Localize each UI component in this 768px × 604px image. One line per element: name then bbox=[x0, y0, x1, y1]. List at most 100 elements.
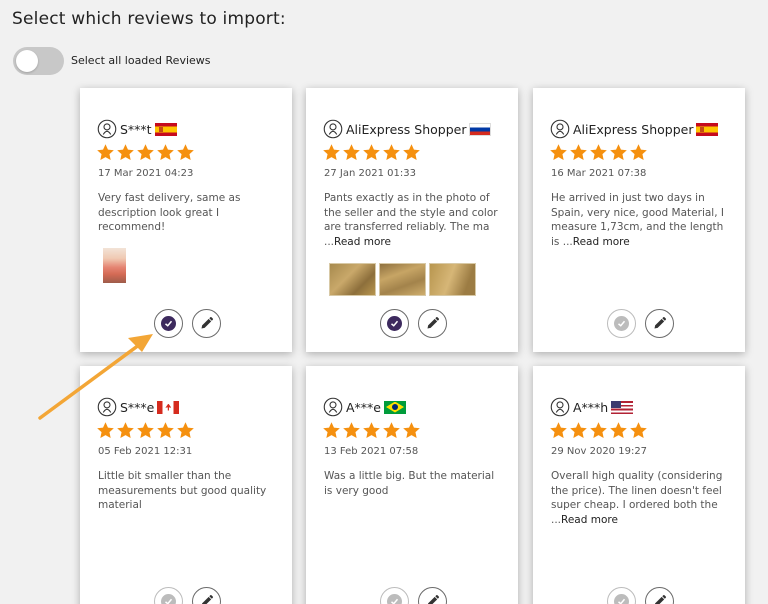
star-icon bbox=[97, 422, 114, 439]
review-date: 16 Mar 2021 07:38 bbox=[551, 168, 647, 179]
review-text: Very fast delivery, same as description … bbox=[98, 191, 278, 235]
pencil-icon bbox=[427, 316, 440, 329]
select-all-toggle[interactable] bbox=[13, 47, 64, 75]
pencil-icon bbox=[428, 594, 440, 604]
us-flag-icon bbox=[611, 400, 634, 414]
review-date: 17 Mar 2021 04:23 bbox=[98, 168, 194, 179]
user-icon bbox=[97, 119, 117, 139]
review-card: S***e 05 Feb 2021 12:31 Little bit small… bbox=[80, 366, 292, 604]
page-title: Select which reviews to import: bbox=[12, 9, 286, 29]
review-actions bbox=[607, 309, 674, 338]
es-flag-icon bbox=[696, 122, 719, 136]
star-rating bbox=[96, 421, 195, 440]
review-date: 13 Feb 2021 07:58 bbox=[324, 446, 419, 457]
read-more-link[interactable]: Read more bbox=[334, 236, 391, 248]
read-more-link[interactable]: Read more bbox=[573, 236, 630, 248]
review-date: 05 Feb 2021 12:31 bbox=[98, 446, 193, 457]
reviewer-name: S***e bbox=[120, 399, 155, 415]
star-icon bbox=[97, 144, 114, 161]
review-photo[interactable] bbox=[329, 263, 376, 296]
star-icon bbox=[117, 422, 134, 439]
review-card: AliExpress Shopper 27 Jan 2021 01:33 Pan… bbox=[306, 88, 518, 352]
star-icon bbox=[550, 422, 567, 439]
es-flag-icon bbox=[154, 122, 177, 136]
star-icon bbox=[403, 422, 420, 439]
star-rating bbox=[322, 143, 421, 162]
review-text: He arrived in just two days in Spain, ve… bbox=[551, 191, 731, 249]
select-review-button[interactable] bbox=[607, 587, 636, 604]
review-header: AliExpress Shopper bbox=[550, 119, 719, 139]
review-actions bbox=[154, 309, 221, 338]
star-icon bbox=[630, 422, 647, 439]
edit-review-button[interactable] bbox=[418, 587, 447, 604]
check-icon bbox=[387, 594, 402, 604]
review-photo[interactable] bbox=[379, 263, 426, 296]
star-icon bbox=[117, 144, 134, 161]
select-review-button[interactable] bbox=[154, 309, 183, 338]
review-actions bbox=[607, 587, 674, 604]
star-icon bbox=[383, 422, 400, 439]
star-icon bbox=[323, 422, 340, 439]
review-body: Very fast delivery, same as description … bbox=[98, 192, 241, 233]
review-card: A***h 29 Nov 2020 19:27 Overall high qua… bbox=[533, 366, 745, 604]
check-icon bbox=[161, 316, 176, 331]
select-review-button[interactable] bbox=[380, 309, 409, 338]
user-icon bbox=[550, 397, 570, 417]
reviewer-name: A***h bbox=[573, 399, 609, 415]
check-icon bbox=[161, 594, 176, 604]
select-review-button[interactable] bbox=[380, 587, 409, 604]
select-review-button[interactable] bbox=[607, 309, 636, 338]
star-rating bbox=[549, 143, 648, 162]
review-header: AliExpress Shopper bbox=[323, 119, 492, 139]
star-icon bbox=[323, 144, 340, 161]
star-icon bbox=[137, 144, 154, 161]
edit-review-button[interactable] bbox=[645, 309, 674, 338]
star-icon bbox=[177, 144, 194, 161]
review-text: Pants exactly as in the photo of the sel… bbox=[324, 191, 504, 249]
check-icon bbox=[614, 316, 629, 331]
star-icon bbox=[550, 144, 567, 161]
read-more-link[interactable]: Read more bbox=[561, 514, 618, 526]
ru-flag-icon bbox=[469, 122, 492, 136]
star-icon bbox=[610, 144, 627, 161]
edit-review-button[interactable] bbox=[645, 587, 674, 604]
user-icon bbox=[550, 119, 570, 139]
edit-review-button[interactable] bbox=[418, 309, 447, 338]
reviewer-name: AliExpress Shopper bbox=[573, 121, 694, 137]
review-photo[interactable] bbox=[429, 263, 476, 296]
edit-review-button[interactable] bbox=[192, 587, 221, 604]
review-text: Was a little big. But the material is ve… bbox=[324, 469, 504, 498]
star-icon bbox=[630, 144, 647, 161]
check-icon bbox=[387, 316, 402, 331]
star-icon bbox=[363, 144, 380, 161]
ca-flag-icon bbox=[157, 400, 180, 414]
review-header: S***e bbox=[97, 397, 180, 417]
edit-review-button[interactable] bbox=[192, 309, 221, 338]
star-icon bbox=[343, 144, 360, 161]
reviewer-name: AliExpress Shopper bbox=[346, 121, 467, 137]
star-icon bbox=[570, 144, 587, 161]
review-card: AliExpress Shopper 16 Mar 2021 07:38 He … bbox=[533, 88, 745, 352]
br-flag-icon bbox=[384, 400, 406, 414]
review-photo[interactable] bbox=[103, 248, 126, 283]
pencil-icon bbox=[201, 316, 214, 329]
star-icon bbox=[590, 422, 607, 439]
review-photos bbox=[329, 263, 476, 296]
check-icon bbox=[614, 594, 629, 604]
review-header: S***t bbox=[97, 119, 177, 139]
toggle-knob bbox=[16, 50, 38, 72]
pencil-icon bbox=[202, 594, 214, 604]
review-date: 29 Nov 2020 19:27 bbox=[551, 446, 648, 457]
review-text: Overall high quality (considering the pr… bbox=[551, 469, 731, 527]
star-icon bbox=[363, 422, 380, 439]
star-icon bbox=[157, 144, 174, 161]
review-header: A***h bbox=[550, 397, 634, 417]
star-rating bbox=[549, 421, 648, 440]
star-rating bbox=[96, 143, 195, 162]
review-date: 27 Jan 2021 01:33 bbox=[324, 168, 416, 179]
review-actions bbox=[380, 309, 447, 338]
user-icon bbox=[323, 397, 343, 417]
review-actions bbox=[154, 587, 221, 604]
select-review-button[interactable] bbox=[154, 587, 183, 604]
star-rating bbox=[322, 421, 421, 440]
